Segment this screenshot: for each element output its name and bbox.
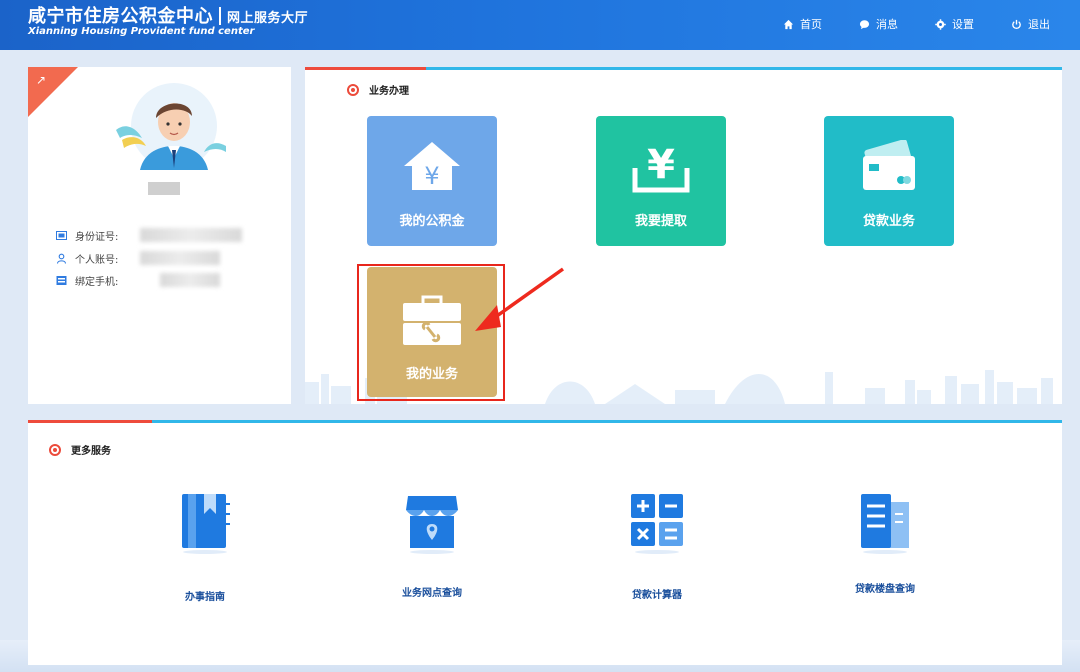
profile-name-masked — [148, 182, 180, 195]
id-number-label: 身份证号: — [75, 232, 119, 243]
nav-logout[interactable]: 退出 — [1010, 16, 1050, 32]
expand-arrow-icon[interactable]: ↗ — [36, 73, 46, 87]
phone-icon — [56, 275, 67, 286]
service-guide-label: 办事指南 — [185, 592, 225, 603]
phone-masked — [160, 273, 220, 287]
gear-icon — [934, 18, 946, 30]
nav-settings[interactable]: 设置 — [934, 16, 974, 32]
tile-loan-business[interactable]: 贷款业务 — [824, 116, 954, 246]
user-icon — [56, 253, 67, 264]
tile-loan-business-label: 贷款业务 — [862, 214, 915, 229]
nav-home-label: 首页 — [800, 18, 822, 31]
service-guide[interactable]: 办事指南 — [145, 492, 265, 603]
svg-text:¥: ¥ — [424, 162, 439, 190]
tile-withdraw[interactable]: ¥ 我要提取 — [596, 116, 726, 246]
site-title-text: 咸宁市住房公积金中心 — [28, 6, 213, 27]
account-number-masked — [140, 251, 220, 265]
calculator-icon — [597, 492, 717, 554]
nav-messages[interactable]: 消息 — [858, 16, 898, 32]
section-bullet-icon — [347, 83, 359, 96]
tile-my-provident-fund-label: 我的公积金 — [399, 214, 465, 229]
more-section-title: 更多服务 — [49, 442, 111, 457]
svg-text:¥: ¥ — [647, 142, 675, 188]
service-branch-query-label: 业务网点查询 — [402, 588, 462, 599]
message-icon — [858, 18, 870, 30]
top-nav: 首页 消息 设置 退出 — [746, 16, 1050, 32]
phone-row: 绑定手机: — [56, 273, 118, 288]
nav-logout-label: 退出 — [1028, 18, 1050, 31]
business-panel: 业务办理 ¥ 我的公积金 ¥ 我要提取 贷款业务 我的业务 — [305, 67, 1062, 404]
service-branch-query[interactable]: 业务网点查询 — [372, 492, 492, 599]
phone-label: 绑定手机: — [75, 277, 119, 288]
profile-card: ↗ 身份证号: 个人账号: 绑定手机: — [28, 67, 291, 404]
service-property-query[interactable]: 贷款楼盘查询 — [825, 492, 945, 595]
home-icon — [782, 18, 794, 30]
card-icon — [824, 140, 954, 194]
business-section-title: 业务办理 — [347, 82, 409, 97]
site-subtitle: 网上服务大厅 — [227, 11, 309, 26]
withdraw-yuan-icon: ¥ — [596, 140, 726, 194]
tile-withdraw-label: 我要提取 — [634, 214, 687, 229]
id-number-row: 身份证号: — [56, 228, 118, 243]
nav-settings-label: 设置 — [952, 18, 974, 31]
business-title-text: 业务办理 — [369, 86, 409, 97]
annotation-arrow — [475, 267, 565, 331]
id-card-icon — [56, 230, 67, 241]
account-number-row: 个人账号: — [56, 251, 118, 266]
account-number-label: 个人账号: — [75, 255, 119, 266]
service-loan-calculator-label: 贷款计算器 — [632, 590, 682, 601]
more-services-panel: 更多服务 办事指南 业务网点查询 贷款计算器 贷款楼盘查询 — [28, 420, 1062, 665]
more-title-text: 更多服务 — [71, 446, 111, 457]
service-property-query-label: 贷款楼盘查询 — [855, 584, 915, 595]
section-bullet-icon — [49, 443, 61, 456]
house-yuan-icon: ¥ — [367, 140, 497, 192]
nav-home[interactable]: 首页 — [782, 16, 822, 32]
site-title-english: Xianning Housing Provident fund center — [28, 26, 255, 37]
nav-messages-label: 消息 — [876, 18, 898, 31]
guide-book-icon — [145, 492, 265, 554]
site-title: 咸宁市住房公积金中心 网上服务大厅 — [28, 2, 308, 28]
top-header: 咸宁市住房公积金中心 网上服务大厅 Xianning Housing Provid… — [0, 0, 1080, 50]
id-number-masked — [140, 228, 242, 242]
panel-accent-line — [305, 67, 1062, 70]
avatar — [116, 83, 226, 170]
more-accent-line — [28, 420, 1062, 423]
tile-my-provident-fund[interactable]: ¥ 我的公积金 — [367, 116, 497, 246]
title-divider — [219, 7, 221, 25]
service-loan-calculator[interactable]: 贷款计算器 — [597, 492, 717, 601]
power-icon — [1010, 18, 1022, 30]
building-icon — [825, 492, 945, 554]
branch-store-icon — [372, 492, 492, 554]
